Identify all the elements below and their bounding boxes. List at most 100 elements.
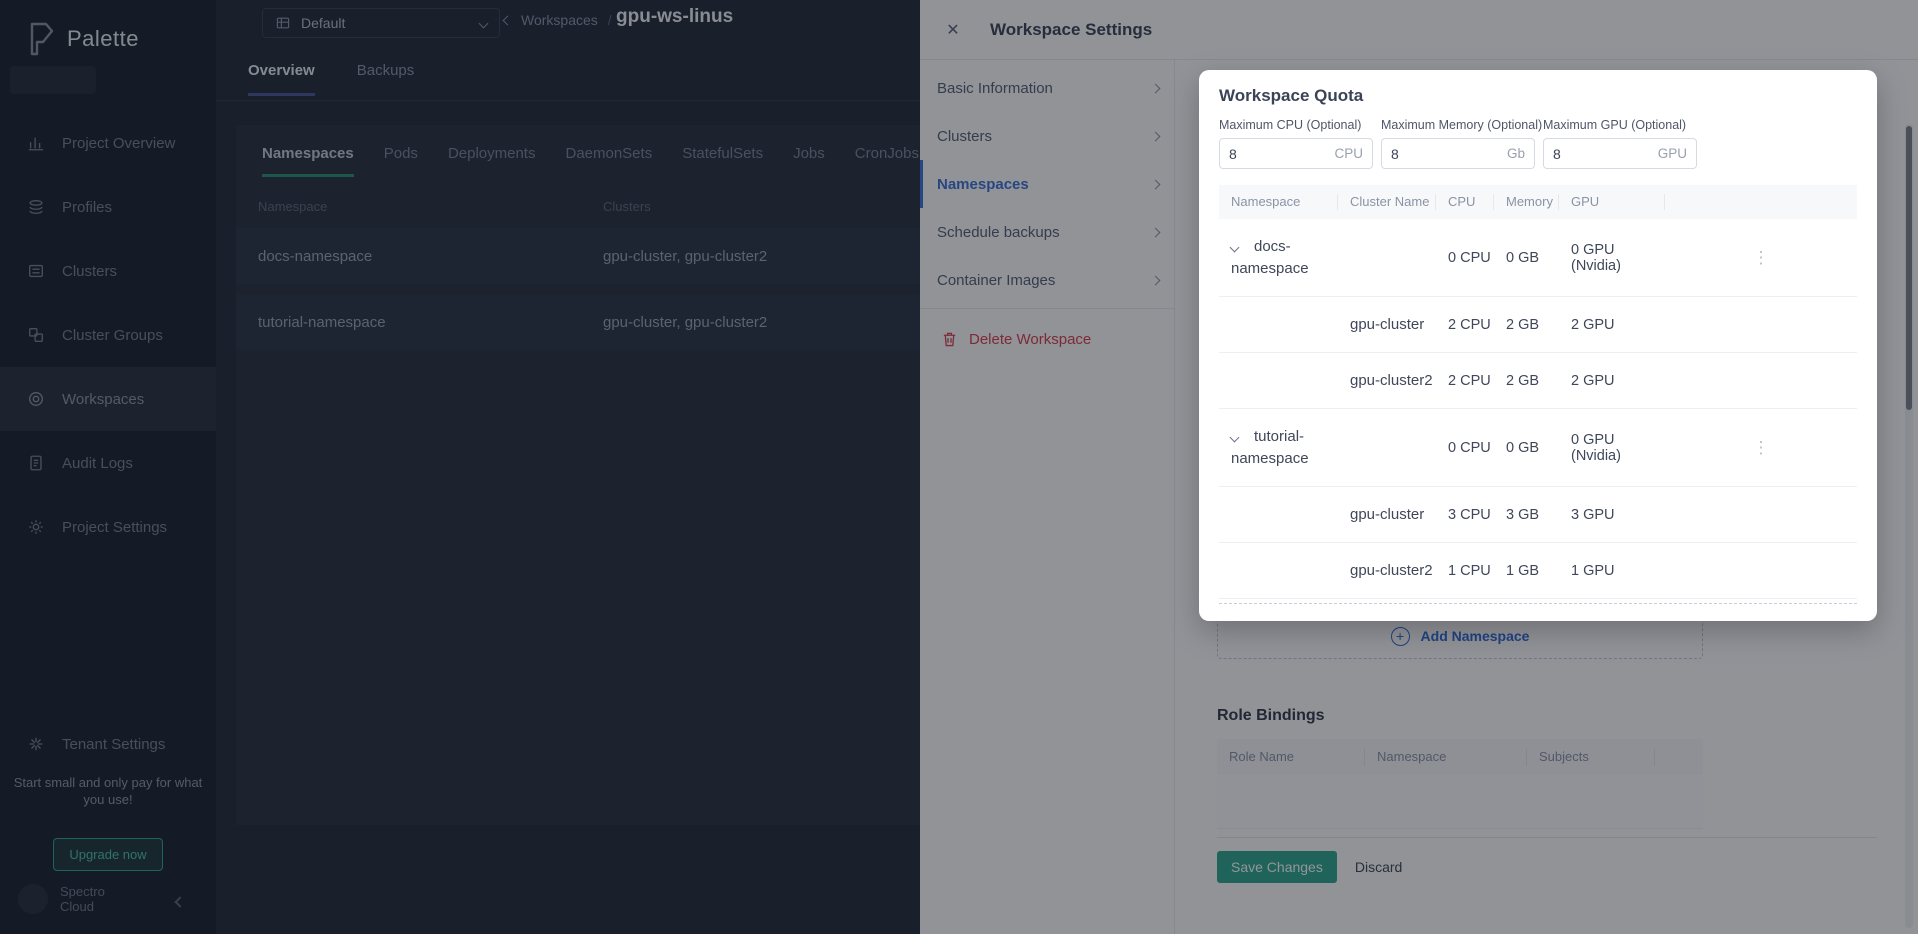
project-grid-icon bbox=[275, 15, 291, 31]
tab-backups[interactable]: Backups bbox=[357, 62, 415, 96]
memory-cell: 1 GB bbox=[1494, 563, 1559, 579]
sidebar-item-label: Workspaces bbox=[62, 391, 144, 408]
drawer-nav-schedule-backups[interactable]: Schedule backups bbox=[920, 208, 1174, 256]
tenant-icon bbox=[27, 735, 45, 753]
column-header-namespace: Namespace bbox=[258, 199, 603, 214]
sidebar-item-cluster-groups[interactable]: Cluster Groups bbox=[0, 303, 216, 367]
chevron-right-icon bbox=[1151, 275, 1161, 285]
sidebar-item-audit-logs[interactable]: Audit Logs bbox=[0, 431, 216, 495]
chevron-down-icon[interactable] bbox=[1230, 432, 1240, 442]
project-selector[interactable]: Default bbox=[262, 8, 500, 38]
max-gpu-input[interactable] bbox=[1553, 146, 1653, 162]
quota-table-header: Namespace Cluster Name CPU Memory GPU bbox=[1219, 185, 1857, 219]
sidebar-nav: Project Overview Profiles Clusters Clust… bbox=[0, 111, 216, 559]
tab-cronjobs[interactable]: CronJobs bbox=[855, 145, 919, 177]
cpu-cell: 2 CPU bbox=[1436, 317, 1494, 333]
footer-divider bbox=[1217, 837, 1877, 838]
chevron-left-icon[interactable] bbox=[503, 15, 513, 25]
nav-divider bbox=[920, 308, 1174, 309]
sidebar-item-clusters[interactable]: Clusters bbox=[0, 239, 216, 303]
sidebar-item-workspaces[interactable]: Workspaces bbox=[0, 367, 216, 431]
max-gpu-label: Maximum GPU (Optional) bbox=[1543, 118, 1697, 132]
sidebar-collapse-icon[interactable] bbox=[174, 896, 185, 907]
sidebar-item-tenant-settings[interactable]: Tenant Settings bbox=[0, 712, 216, 776]
cluster-name-cell: gpu-cluster2 bbox=[1338, 372, 1436, 389]
sidebar-item-project-settings[interactable]: Project Settings bbox=[0, 495, 216, 559]
sidebar-item-profiles[interactable]: Profiles bbox=[0, 175, 216, 239]
table-row: gpu-cluster2 2 CPU 2 GB 2 GPU bbox=[1219, 353, 1857, 409]
workspace-quota-panel: Workspace Quota Maximum CPU (Optional) C… bbox=[1199, 70, 1877, 621]
tab-daemonsets[interactable]: DaemonSets bbox=[565, 145, 652, 177]
namespace-cell: docs-namespace bbox=[258, 248, 603, 265]
tab-overview[interactable]: Overview bbox=[248, 62, 315, 96]
column-header-actions bbox=[1665, 194, 1857, 210]
save-changes-button[interactable]: Save Changes bbox=[1217, 851, 1337, 883]
gpu-cell: 0 GPU (Nvidia) bbox=[1559, 432, 1665, 464]
column-header-clusters: Clusters bbox=[603, 199, 651, 214]
add-namespace-box-top-edge bbox=[1219, 603, 1857, 604]
role-bindings-table: Role Name Namespace Subjects bbox=[1217, 739, 1703, 829]
gpu-suffix: GPU bbox=[1658, 146, 1687, 161]
cpu-cell: 1 CPU bbox=[1436, 563, 1494, 579]
gpu-cell: 3 GPU bbox=[1559, 507, 1665, 523]
tab-pods[interactable]: Pods bbox=[384, 145, 418, 177]
plus-circle-icon: + bbox=[1391, 627, 1410, 646]
drawer-nav-namespaces[interactable]: Namespaces bbox=[920, 160, 1174, 208]
sidebar-item-project-overview[interactable]: Project Overview bbox=[0, 111, 216, 175]
role-bindings-empty-row bbox=[1217, 775, 1703, 829]
tab-deployments[interactable]: Deployments bbox=[448, 145, 536, 177]
chevron-down-icon bbox=[479, 18, 489, 28]
cpu-cell: 0 CPU bbox=[1436, 440, 1494, 456]
breadcrumb-separator: / bbox=[608, 12, 612, 28]
memory-cell: 2 GB bbox=[1494, 317, 1559, 333]
sidebar-item-label: Cluster Groups bbox=[62, 327, 163, 344]
project-selector-value: Default bbox=[301, 15, 345, 31]
gpu-cell: 2 GPU bbox=[1559, 317, 1665, 333]
delete-workspace-button[interactable]: Delete Workspace bbox=[920, 319, 1174, 359]
upgrade-now-button[interactable]: Upgrade now bbox=[53, 838, 163, 871]
close-icon[interactable]: ✕ bbox=[943, 20, 963, 40]
drawer-nav-container-images[interactable]: Container Images bbox=[920, 256, 1174, 304]
kebab-menu-icon[interactable]: ⋮ bbox=[1753, 441, 1770, 455]
palette-logo: Palette bbox=[26, 22, 139, 56]
workspace-detail-tabs: Overview Backups bbox=[248, 62, 414, 96]
gpu-cell: 1 GPU bbox=[1559, 563, 1665, 579]
scrollbar-thumb[interactable] bbox=[1906, 126, 1912, 410]
add-namespace-label: Add Namespace bbox=[1421, 628, 1530, 644]
column-header-namespace: Namespace bbox=[1219, 194, 1338, 210]
column-header-actions bbox=[1655, 748, 1703, 766]
brand-line1: Spectro bbox=[60, 884, 105, 899]
kebab-menu-icon[interactable]: ⋮ bbox=[1753, 251, 1770, 265]
cpu-suffix: CPU bbox=[1334, 146, 1363, 161]
tab-jobs[interactable]: Jobs bbox=[793, 145, 825, 177]
max-gpu-field: Maximum GPU (Optional) GPU bbox=[1543, 118, 1697, 169]
column-header-gpu: GPU bbox=[1559, 194, 1665, 210]
cpu-cell: 0 CPU bbox=[1436, 250, 1494, 266]
drawer-footer: Save Changes Discard bbox=[1217, 851, 1877, 883]
layers-icon bbox=[27, 198, 45, 216]
column-header-namespace: Namespace bbox=[1365, 748, 1527, 766]
document-icon bbox=[27, 454, 45, 472]
drawer-nav-basic-information[interactable]: Basic Information bbox=[920, 64, 1174, 112]
memory-cell: 2 GB bbox=[1494, 373, 1559, 389]
max-cpu-label: Maximum CPU (Optional) bbox=[1219, 118, 1373, 132]
table-row: docs-namespace 0 CPU 0 GB 0 GPU (Nvidia)… bbox=[1219, 219, 1857, 297]
sidebar: Palette Project Overview Profiles Cluste… bbox=[0, 0, 216, 934]
chevron-down-icon[interactable] bbox=[1230, 242, 1240, 252]
tab-statefulsets[interactable]: StatefulSets bbox=[682, 145, 763, 177]
tab-namespaces[interactable]: Namespaces bbox=[262, 145, 354, 177]
chevron-right-icon bbox=[1151, 179, 1161, 189]
quota-table: Namespace Cluster Name CPU Memory GPU do… bbox=[1219, 185, 1857, 604]
sidebar-item-label: Project Settings bbox=[62, 519, 167, 536]
sidebar-item-label: Profiles bbox=[62, 199, 112, 216]
max-cpu-input[interactable] bbox=[1229, 146, 1329, 162]
drawer-nav-clusters[interactable]: Clusters bbox=[920, 112, 1174, 160]
palette-logo-icon bbox=[26, 22, 56, 56]
drawer-scrollbar[interactable] bbox=[1905, 124, 1913, 928]
memory-suffix: Gb bbox=[1507, 146, 1525, 161]
column-header-cluster-name: Cluster Name bbox=[1338, 194, 1436, 210]
breadcrumb-workspaces-link[interactable]: Workspaces bbox=[521, 12, 598, 28]
column-header-memory: Memory bbox=[1494, 194, 1559, 210]
max-memory-input[interactable] bbox=[1391, 146, 1491, 162]
discard-button[interactable]: Discard bbox=[1349, 851, 1408, 883]
